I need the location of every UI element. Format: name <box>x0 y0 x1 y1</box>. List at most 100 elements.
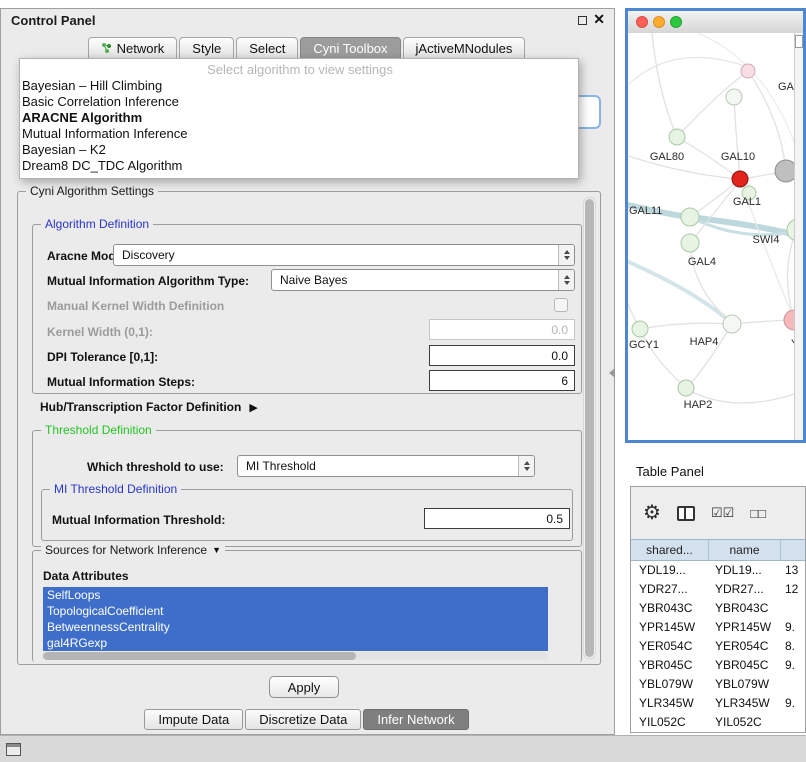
table-panel-window: ⚙ ☑☑ □□ shared... name YDL19... YDL19...… <box>630 486 806 733</box>
table-row[interactable]: YBR043C YBR043C <box>631 599 805 618</box>
close-icon[interactable]: ✕ <box>593 11 605 28</box>
tab-jactivemnodules[interactable]: jActiveMNodules <box>403 37 526 59</box>
manual-kernel-label: Manual Kernel Width Definition <box>47 299 224 313</box>
column-header-extra[interactable] <box>781 540 805 560</box>
dropdown-option-dream8[interactable]: Dream8 DC_TDC Algorithm <box>20 158 578 174</box>
table-cell: YLR345W <box>631 694 709 713</box>
table-panel-title: Table Panel <box>636 464 704 479</box>
list-item-topologicalcoefficient[interactable]: TopologicalCoefficient <box>43 603 548 619</box>
deselect-all-columns-icon[interactable]: □□ <box>750 506 766 521</box>
network-icon <box>101 42 112 54</box>
network-vertical-scrollbar[interactable] <box>794 33 803 440</box>
settings-vertical-scrollbar[interactable] <box>583 197 596 659</box>
network-window-titlebar[interactable] <box>628 11 803 34</box>
list-item-selfloops[interactable]: SelfLoops <box>43 587 548 603</box>
attributes-scrollbar-thumb[interactable] <box>43 652 356 660</box>
algorithm-definition-group: Algorithm Definition Aracne Mode: Discov… <box>32 224 582 394</box>
settings-scrollbar-thumb[interactable] <box>585 199 594 657</box>
expand-right-icon[interactable]: ▶ <box>249 401 257 414</box>
table-row[interactable]: YIL052C YIL052C <box>631 713 805 732</box>
float-window-icon[interactable] <box>578 16 587 25</box>
gear-icon[interactable]: ⚙ <box>643 503 661 523</box>
kernel-width-label: Kernel Width (0,1): <box>47 325 153 339</box>
list-item-betweennesscentrality[interactable]: BetweennessCentrality <box>43 619 548 635</box>
tab-select[interactable]: Select <box>236 37 298 59</box>
data-attributes-label: Data Attributes <box>43 569 129 583</box>
tab-jactivemnodules-label: jActiveMNodules <box>416 41 513 56</box>
dropdown-option-bayesian-k2[interactable]: Bayesian – K2 <box>20 142 578 158</box>
table-cell: YIL052C <box>709 713 781 732</box>
tab-style[interactable]: Style <box>179 37 234 59</box>
table-body[interactable]: YDL19... YDL19... 13 YDR27... YDR27... 1… <box>631 561 805 732</box>
table-cell: 8. <box>781 637 805 656</box>
tab-network[interactable]: Network <box>88 37 178 59</box>
table-cell: YDL19... <box>709 561 781 580</box>
mi-threshold-field[interactable]: 0.5 <box>424 508 570 529</box>
which-threshold-combo[interactable]: MI Threshold <box>237 455 535 477</box>
column-header-name[interactable]: name <box>709 540 781 560</box>
mi-steps-field[interactable]: 6 <box>429 370 575 391</box>
column-header-shared-name[interactable]: shared... <box>631 540 709 560</box>
tab-impute-data[interactable]: Impute Data <box>144 709 243 730</box>
table-row[interactable]: YPR145W YPR145W 9. <box>631 618 805 637</box>
kernel-width-field: 0.0 <box>429 319 575 340</box>
table-cell: YDR27... <box>631 580 709 599</box>
mi-steps-label: Mutual Information Steps: <box>47 375 195 389</box>
table-row[interactable]: YDL19... YDL19... 13 <box>631 561 805 580</box>
table-cell: YBR043C <box>631 599 709 618</box>
list-item-gal4rgexp[interactable]: gal4RGexp <box>43 635 548 651</box>
hub-definition-label: Hub/Transcription Factor Definition <box>40 400 241 414</box>
network-canvas-area[interactable]: GAL GAL80 GAL10 GAL11 GAL1 SWI4 GAL4 GCY… <box>628 33 803 440</box>
minimize-traffic-light[interactable] <box>653 16 665 28</box>
table-cell: 13 <box>781 561 805 580</box>
tab-cyni-toolbox[interactable]: Cyni Toolbox <box>300 37 400 59</box>
desktop: Control Panel ✕ Network Style Select <box>0 0 806 762</box>
table-cell: 9. <box>781 656 805 675</box>
network-node[interactable] <box>726 89 742 105</box>
table-row[interactable]: YBL079W YBL079W <box>631 675 805 694</box>
minimized-window-icon[interactable] <box>6 743 21 756</box>
attributes-horizontal-scrollbar[interactable] <box>43 652 548 660</box>
dpi-tolerance-value: 0.0 <box>551 349 568 363</box>
table-cell: YBL079W <box>709 675 781 694</box>
network-node[interactable] <box>681 208 699 226</box>
zoom-traffic-light[interactable] <box>670 16 682 28</box>
aracne-mode-value: Discovery <box>114 248 558 262</box>
data-attributes-list[interactable]: SelfLoops TopologicalCoefficient Between… <box>43 587 548 651</box>
tab-infer-network[interactable]: Infer Network <box>363 709 468 730</box>
tab-style-label: Style <box>192 41 221 56</box>
network-node[interactable] <box>681 234 699 252</box>
select-all-columns-icon[interactable]: ☑☑ <box>711 505 734 521</box>
table-cell <box>781 713 805 732</box>
dropdown-option-mutual-information[interactable]: Mutual Information Inference <box>20 126 578 142</box>
dropdown-option-basic-correlation[interactable]: Basic Correlation Inference <box>20 94 578 110</box>
network-scrollbar-box[interactable] <box>795 35 803 48</box>
table-row[interactable]: YDR27... YDR27... 12 <box>631 580 805 599</box>
network-canvas[interactable]: GAL GAL80 GAL10 GAL11 GAL1 SWI4 GAL4 GCY… <box>628 33 803 440</box>
table-row[interactable]: YER054C YER054C 8. <box>631 637 805 656</box>
network-node[interactable] <box>723 315 741 333</box>
hub-definition-section[interactable]: Hub/Transcription Factor Definition ▶ <box>40 400 258 414</box>
mi-type-combo[interactable]: Naive Bayes <box>271 269 575 291</box>
network-node[interactable] <box>632 321 648 337</box>
control-panel-titlebar[interactable]: Control Panel ✕ <box>1 9 614 33</box>
dpi-tolerance-label: DPI Tolerance [0,1]: <box>47 350 158 364</box>
columns-icon[interactable] <box>677 506 695 521</box>
network-node[interactable] <box>741 64 755 78</box>
table-row[interactable]: YLR345W YLR345W 9. <box>631 694 805 713</box>
network-node[interactable] <box>732 171 748 187</box>
tab-discretize-data[interactable]: Discretize Data <box>245 709 361 730</box>
network-node[interactable] <box>678 380 694 396</box>
dpi-tolerance-field[interactable]: 0.0 <box>429 345 575 366</box>
collapse-down-icon[interactable]: ▼ <box>212 545 221 555</box>
network-node[interactable] <box>669 129 685 145</box>
table-row[interactable]: YBR045C YBR045C 9. <box>631 656 805 675</box>
apply-button[interactable]: Apply <box>269 676 339 698</box>
dropdown-option-bayesian-hill-climbing[interactable]: Bayesian – Hill Climbing <box>20 78 578 94</box>
aracne-mode-combo[interactable]: Discovery <box>113 244 575 266</box>
manual-kernel-checkbox[interactable] <box>554 298 568 312</box>
close-traffic-light[interactable] <box>636 16 648 28</box>
panel-splitter-arrow-icon[interactable] <box>609 368 615 378</box>
dropdown-option-aracne[interactable]: ARACNE Algorithm <box>20 110 578 126</box>
which-threshold-label: Which threshold to use: <box>87 460 224 474</box>
